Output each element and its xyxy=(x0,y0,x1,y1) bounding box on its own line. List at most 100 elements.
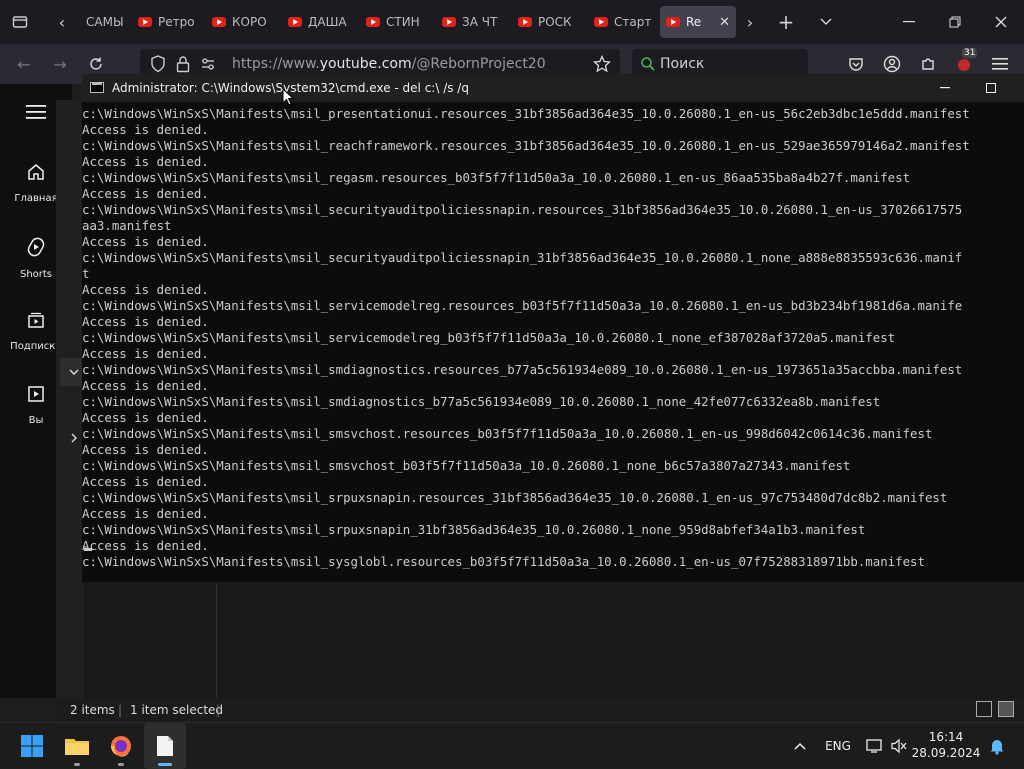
browser-tab-label: САМЫ xyxy=(86,15,124,29)
tiles-view-icon[interactable] xyxy=(998,701,1014,717)
restore-browser-button[interactable] xyxy=(932,0,978,44)
console-line: Access is denied. xyxy=(82,410,209,425)
console-line: Access is denied. xyxy=(82,442,209,457)
clock-time: 16:14 xyxy=(928,730,964,744)
notepad-taskbar-icon[interactable] xyxy=(144,723,186,769)
network-icon[interactable] xyxy=(864,723,886,769)
tabs-scroll-left-icon[interactable]: ‹ xyxy=(48,0,76,44)
browser-tab-label: КОРО xyxy=(232,15,267,29)
minimize-browser-button[interactable] xyxy=(886,0,932,44)
volume-muted-icon[interactable] xyxy=(888,723,910,769)
console-line: c:\Windows\WinSxS\Manifests\msil_reachfr… xyxy=(82,138,970,153)
tab-list-icon[interactable] xyxy=(6,0,34,44)
selected-count: 1 item selected xyxy=(130,703,224,717)
youtube-favicon-icon xyxy=(288,17,302,27)
cmd-maximize-button[interactable] xyxy=(968,74,1014,102)
status-separator: | xyxy=(216,703,221,717)
console-line: Access is denied. xyxy=(82,186,209,201)
browser-tab[interactable]: ЗА ЧТ xyxy=(436,6,512,38)
browser-tab[interactable]: Старт xyxy=(588,6,660,38)
explorer-nav-pane xyxy=(56,100,84,720)
sidebar-item-label: Shorts xyxy=(19,269,53,280)
console-line: c:\Windows\WinSxS\Manifests\msil_srpuxsn… xyxy=(82,522,866,537)
new-tab-button[interactable]: + xyxy=(772,0,800,44)
browser-tab-strip: ‹ САМЫ Ретро КОРО ДАША СТИН ЗА ЧТ РОСК Старт Re ✕… xyxy=(0,0,1024,44)
console-line: c:\Windows\WinSxS\Manifests\msil_smsvcho… xyxy=(82,426,933,441)
console-line: c:\Windows\WinSxS\Manifests\msil_service… xyxy=(82,330,896,345)
console-line: Access is denied. xyxy=(82,506,209,521)
console-line: c:\Windows\WinSxS\Manifests\msil_srpuxsn… xyxy=(82,490,948,505)
browser-tab[interactable]: КОРО xyxy=(206,6,282,38)
cmd-minimize-button[interactable] xyxy=(922,74,968,102)
console-line: c:\Windows\WinSxS\Manifests\msil_smdiagn… xyxy=(82,394,881,409)
cmd-title-bar[interactable]: Administrator: C:\Windows\System32\cmd.e… xyxy=(82,74,1024,102)
youtube-favicon-icon xyxy=(138,17,152,27)
forward-arrow-icon[interactable]: → xyxy=(46,44,74,84)
console-line: aa3.manifest xyxy=(82,218,172,233)
console-line: c:\Windows\WinSxS\Manifests\msil_securit… xyxy=(82,250,963,265)
browser-tab-label: Re xyxy=(686,15,702,29)
console-line: Access is denied. xyxy=(82,154,209,169)
console-line: Access is denied. xyxy=(82,314,209,329)
explorer-status-bar: 2 items | 1 item selected | xyxy=(56,698,1024,722)
system-clock[interactable]: 16:14 28.09.2024 xyxy=(910,729,982,761)
console-line: c:\Windows\WinSxS\Manifests\msil_smsvcho… xyxy=(82,458,851,473)
browser-tab-label: СТИН xyxy=(386,15,420,29)
youtube-favicon-icon xyxy=(594,17,608,27)
console-line: Access is denied. xyxy=(82,474,209,489)
youtube-favicon-icon xyxy=(666,17,680,27)
explorer-pane-divider xyxy=(216,584,217,704)
console-line: Access is denied. xyxy=(82,538,209,553)
sidebar-item-label: Вы xyxy=(28,415,44,426)
input-language-indicator[interactable]: ENG xyxy=(820,723,856,769)
guide-menu-icon[interactable] xyxy=(26,104,46,124)
mouse-pointer-icon xyxy=(282,87,295,110)
cmd-window: Administrator: C:\Windows\System32\cmd.e… xyxy=(82,74,1024,582)
close-tab-icon[interactable]: ✕ xyxy=(719,15,730,30)
console-line: c:\Windows\WinSxS\Manifests\msil_regasm.… xyxy=(82,170,911,185)
firefox-taskbar-icon[interactable] xyxy=(100,723,142,769)
cmd-app-icon xyxy=(90,82,104,93)
browser-tab[interactable]: Re ✕ xyxy=(660,6,736,38)
console-line: c:\Windows\WinSxS\Manifests\msil_present… xyxy=(82,106,970,121)
browser-tab[interactable]: СТИН xyxy=(360,6,436,38)
browser-tab[interactable]: РОСК xyxy=(512,6,588,38)
back-arrow-icon[interactable]: ← xyxy=(10,44,38,84)
console-line: Access is denied. xyxy=(82,346,209,361)
search-placeholder: Поиск xyxy=(660,56,705,72)
details-view-icon[interactable] xyxy=(976,701,992,717)
file-explorer-taskbar-icon[interactable] xyxy=(56,723,98,769)
close-browser-button[interactable] xyxy=(978,0,1024,44)
browser-tab-label: Ретро xyxy=(158,15,195,29)
notification-bell-icon[interactable] xyxy=(986,723,1008,769)
browser-tab-label: Старт xyxy=(614,15,652,29)
browser-tab[interactable]: Ретро xyxy=(132,6,206,38)
browser-tab[interactable]: ДАША xyxy=(282,6,360,38)
console-line: c:\Windows\WinSxS\Manifests\msil_service… xyxy=(82,298,963,313)
url-text[interactable]: https://www.youtube.com/@RebornProject20 xyxy=(232,56,546,72)
addon-badge-count: 31 xyxy=(962,48,978,58)
console-output[interactable]: c:\Windows\WinSxS\Manifests\msil_present… xyxy=(82,106,1024,582)
search-engine-icon xyxy=(640,56,656,76)
tabs-scroll-right-icon[interactable]: › xyxy=(736,0,764,44)
console-line: c:\Windows\WinSxS\Manifests\msil_sysglob… xyxy=(82,554,925,569)
console-cursor xyxy=(84,548,92,551)
tab-dropdown-chevron-icon[interactable] xyxy=(812,0,840,44)
youtube-favicon-icon xyxy=(518,17,532,27)
permissions-icon[interactable] xyxy=(200,56,216,76)
browser-tab-label: ЗА ЧТ xyxy=(462,15,498,29)
show-hidden-icons-chevron-icon[interactable] xyxy=(786,723,814,769)
console-line: Access is denied. xyxy=(82,122,209,137)
clock-date: 28.09.2024 xyxy=(911,746,981,760)
youtube-favicon-icon xyxy=(366,17,380,27)
console-line: c:\Windows\WinSxS\Manifests\msil_smdiagn… xyxy=(82,362,963,377)
console-line: Access is denied. xyxy=(82,234,209,249)
windows-start-icon[interactable] xyxy=(12,723,52,769)
console-line: Access is denied. xyxy=(82,378,209,393)
console-line: c:\Windows\WinSxS\Manifests\msil_securit… xyxy=(82,202,963,217)
console-line: Access is denied. xyxy=(82,282,209,297)
browser-tab[interactable]: САМЫ xyxy=(80,6,132,38)
status-separator: | xyxy=(118,703,123,717)
youtube-favicon-icon xyxy=(442,17,456,27)
youtube-favicon-icon xyxy=(212,17,226,27)
